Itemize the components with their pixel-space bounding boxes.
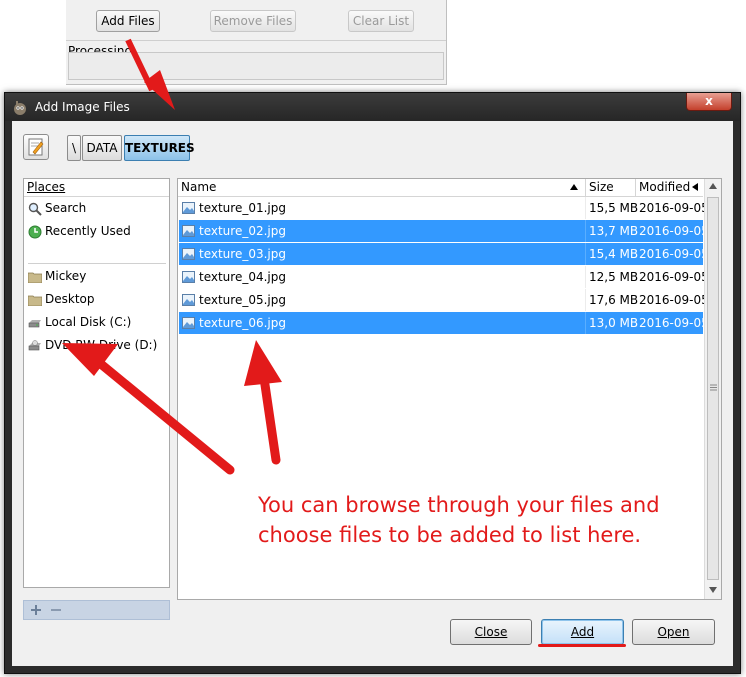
- arrow-to-dialog: [125, 38, 175, 110]
- arrow-to-places: [62, 343, 235, 475]
- arrow-to-file-list: [244, 340, 282, 465]
- annotation-arrows: [62, 38, 282, 475]
